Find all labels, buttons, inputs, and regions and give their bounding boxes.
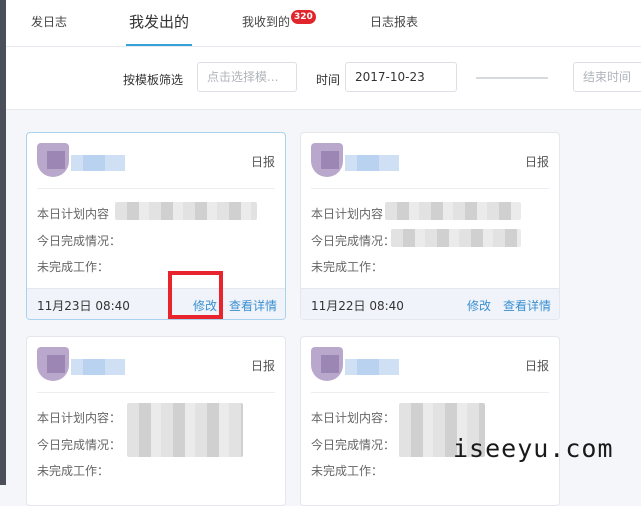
end-date-input[interactable]: 结束时间 bbox=[573, 62, 641, 92]
blurred-content bbox=[127, 403, 243, 457]
top-tab-bar: 发日志 我发出的 我收到的 320 日志报表 bbox=[6, 0, 641, 47]
log-time: 11月23日 08:40 bbox=[37, 299, 130, 313]
log-card[interactable]: 日报 本日计划内容： 今日完成情况： 未完成工作： bbox=[26, 336, 286, 506]
blurred-content bbox=[115, 202, 257, 220]
log-type-label: 日报 bbox=[524, 359, 549, 373]
todo-label: 未完成工作： bbox=[311, 464, 384, 478]
start-date-input[interactable]: 2017-10-23 bbox=[345, 62, 457, 92]
tab-write-log[interactable]: 发日志 bbox=[31, 0, 67, 46]
divider bbox=[311, 188, 549, 189]
avatar bbox=[311, 143, 399, 177]
log-card[interactable]: 日报 本日计划内容 今日完成情况： 未完成工作： 11月23日 08:40 修改… bbox=[26, 132, 286, 320]
log-card[interactable]: 日报 本日计划内容 今日完成情况： 未完成工作： 11月22日 08:40 修改… bbox=[300, 132, 560, 320]
edit-link[interactable]: 修改 bbox=[467, 297, 491, 314]
template-select[interactable]: 点击选择模... bbox=[197, 62, 297, 92]
watermark: iseeyu.com bbox=[453, 434, 614, 463]
view-details-link[interactable]: 查看详情 bbox=[229, 297, 277, 314]
plan-label: 本日计划内容： bbox=[311, 411, 396, 425]
plan-label: 本日计划内容： bbox=[37, 411, 122, 425]
done-label: 今日完成情况： bbox=[37, 438, 122, 452]
template-filter-label: 按模板筛选 bbox=[123, 73, 184, 87]
divider bbox=[37, 392, 275, 393]
card-footer: 11月22日 08:40 修改 查看详情 bbox=[301, 288, 559, 319]
log-type-label: 日报 bbox=[250, 359, 275, 373]
divider bbox=[311, 392, 549, 393]
tab-log-report[interactable]: 日志报表 bbox=[370, 0, 418, 46]
todo-label: 未完成工作： bbox=[37, 464, 110, 478]
tab-sent[interactable]: 我发出的 bbox=[126, 0, 193, 46]
plan-label: 本日计划内容 bbox=[311, 207, 384, 221]
avatar bbox=[37, 143, 125, 177]
blurred-content bbox=[391, 229, 521, 247]
edit-highlight-box bbox=[168, 271, 223, 319]
time-label: 时间 bbox=[316, 73, 341, 87]
todo-label: 未完成工作： bbox=[37, 260, 110, 274]
avatar bbox=[311, 347, 399, 381]
todo-label: 未完成工作： bbox=[311, 260, 384, 274]
divider bbox=[37, 188, 275, 189]
plan-label: 本日计划内容 bbox=[37, 207, 110, 221]
filter-bar: 按模板筛选 点击选择模... 时间 2017-10-23 结束时间 bbox=[6, 47, 641, 110]
blurred-content bbox=[385, 202, 521, 220]
card-footer: 11月23日 08:40 修改 查看详情 bbox=[27, 288, 285, 319]
tab-received[interactable]: 我收到的 bbox=[242, 0, 290, 46]
log-type-label: 日报 bbox=[250, 155, 275, 169]
log-time: 11月22日 08:40 bbox=[311, 299, 404, 313]
done-label: 今日完成情况： bbox=[37, 234, 122, 248]
received-count-badge: 320 bbox=[291, 10, 316, 24]
log-card[interactable]: 日报 本日计划内容： 今日完成情况： 未完成工作： bbox=[300, 336, 560, 506]
avatar bbox=[37, 347, 125, 381]
log-type-label: 日报 bbox=[524, 155, 549, 169]
date-range-separator bbox=[476, 77, 548, 79]
done-label: 今日完成情况： bbox=[311, 234, 396, 248]
view-details-link[interactable]: 查看详情 bbox=[503, 297, 551, 314]
done-label: 今日完成情况： bbox=[311, 438, 396, 452]
